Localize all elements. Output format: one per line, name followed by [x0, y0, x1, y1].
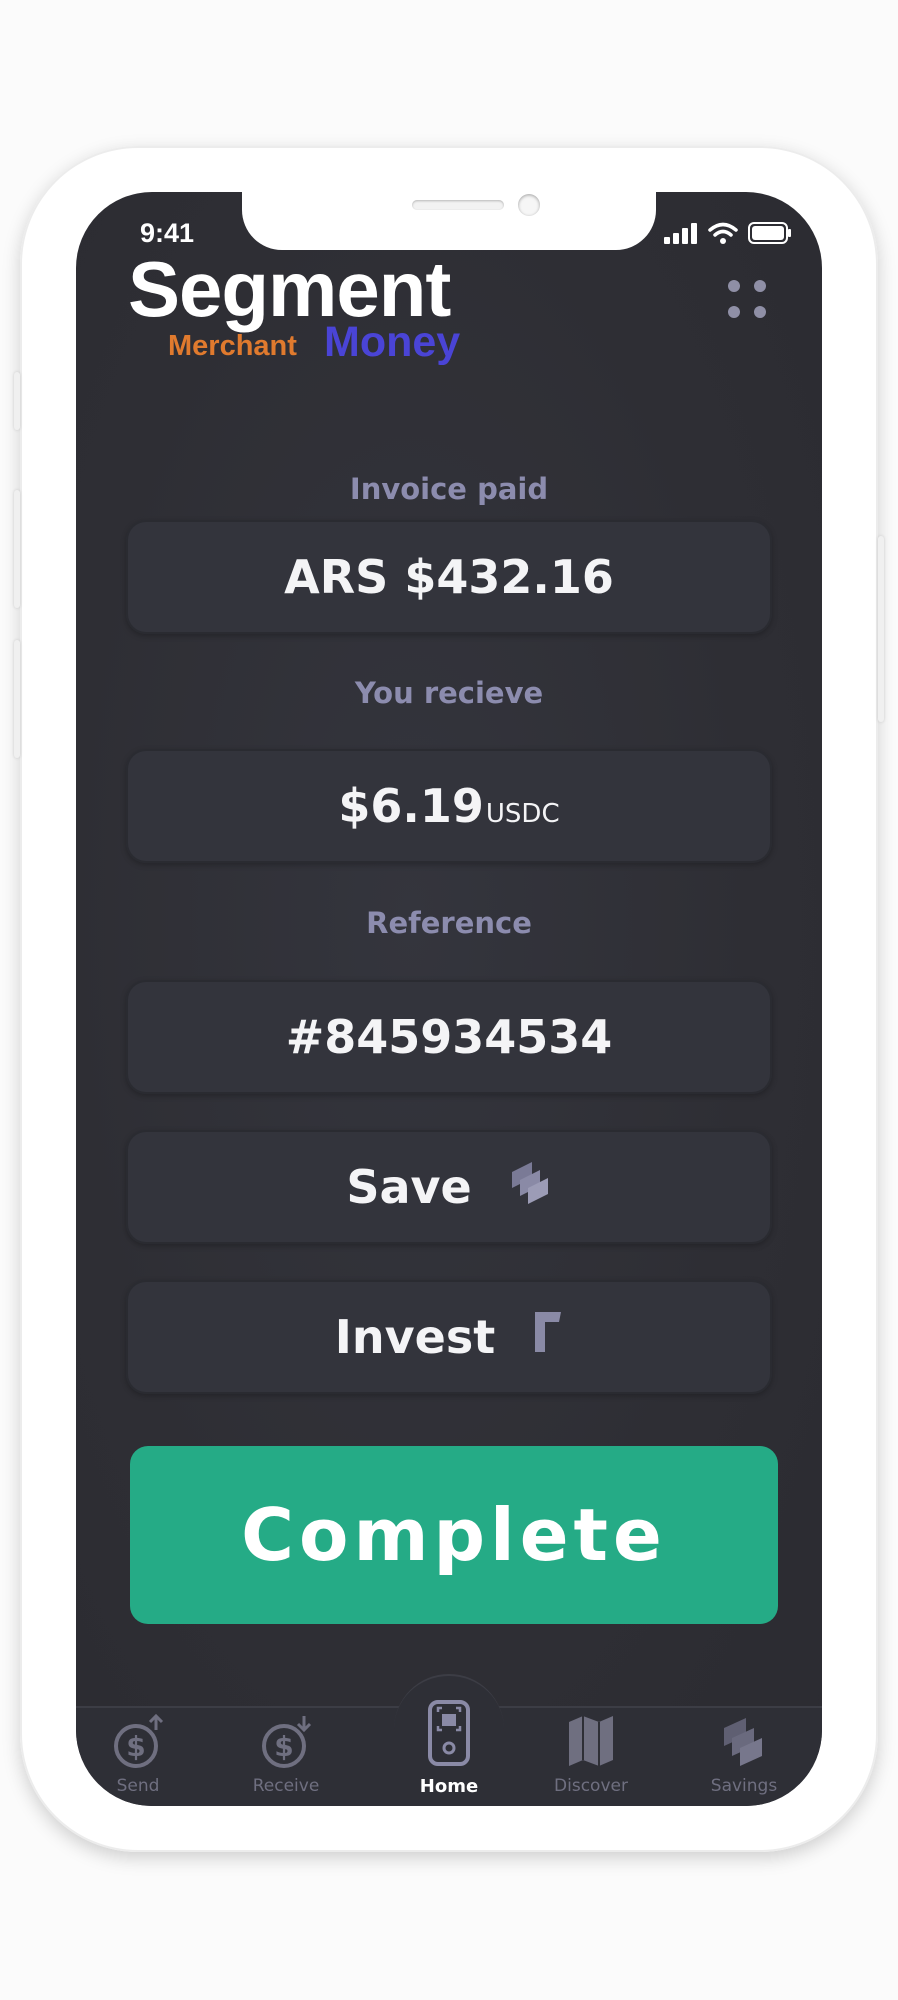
- receive-amount-field: $6.19 USDC: [126, 749, 772, 863]
- invest-flag-icon: [533, 1310, 563, 1365]
- stack-icon: [510, 1158, 552, 1217]
- status-icons: [664, 222, 792, 244]
- reference-value: #845934534: [285, 1010, 613, 1064]
- map-icon: [569, 1716, 613, 1766]
- scanner-phone-icon: [428, 1700, 470, 1766]
- save-button[interactable]: Save: [126, 1130, 772, 1244]
- battery-icon: [748, 222, 791, 244]
- receive-currency-unit: USDC: [485, 799, 560, 829]
- tab-savings-label: Savings: [710, 1776, 778, 1796]
- tab-send-label: Send: [116, 1776, 160, 1796]
- invest-button-label: Invest: [334, 1310, 496, 1364]
- svg-text:$: $: [126, 1730, 145, 1763]
- app-screen: 9:41 Segment Merchant Money Invoice paid…: [76, 192, 822, 1806]
- side-button-mute: [14, 372, 20, 430]
- menu-dots-icon[interactable]: [728, 280, 772, 324]
- send-dollar-icon: $: [114, 1713, 164, 1768]
- speaker-grille: [412, 200, 504, 210]
- brand-logo-merchant: Merchant: [168, 330, 297, 362]
- notch: [242, 192, 656, 250]
- reference-label: Reference: [366, 906, 532, 940]
- reference-field: #845934534: [126, 980, 772, 1094]
- tab-home[interactable]: Home: [389, 1700, 509, 1797]
- brand-logo-money: Money: [324, 318, 461, 366]
- brand-logo-title: Segment: [128, 245, 451, 333]
- tab-send[interactable]: $ Send: [78, 1712, 198, 1796]
- receive-amount: $6.19: [338, 779, 484, 833]
- invoice-amount-field: ARS $432.16: [126, 520, 772, 634]
- invoice-label: Invoice paid: [349, 472, 549, 506]
- tab-discover[interactable]: Discover: [531, 1712, 651, 1796]
- complete-button[interactable]: Complete: [130, 1446, 778, 1624]
- tab-receive-label: Receive: [252, 1776, 320, 1796]
- receive-dollar-icon: $: [262, 1716, 312, 1768]
- svg-text:$: $: [274, 1730, 293, 1763]
- savings-stack-icon: [724, 1718, 762, 1766]
- tab-receive[interactable]: $ Receive: [226, 1712, 346, 1796]
- side-button-volume-up: [14, 490, 20, 608]
- save-button-label: Save: [346, 1160, 472, 1214]
- receive-label: You recieve: [354, 676, 544, 710]
- signal-icon: [664, 223, 697, 244]
- invest-button[interactable]: Invest: [126, 1280, 772, 1394]
- tab-savings[interactable]: Savings: [684, 1712, 804, 1796]
- tab-discover-label: Discover: [554, 1776, 628, 1796]
- wifi-icon: [708, 222, 738, 244]
- side-button-power: [878, 536, 884, 722]
- side-button-volume-down: [14, 640, 20, 758]
- tab-home-label: Home: [419, 1776, 479, 1797]
- invoice-amount: ARS $432.16: [284, 550, 614, 604]
- front-camera: [518, 194, 540, 216]
